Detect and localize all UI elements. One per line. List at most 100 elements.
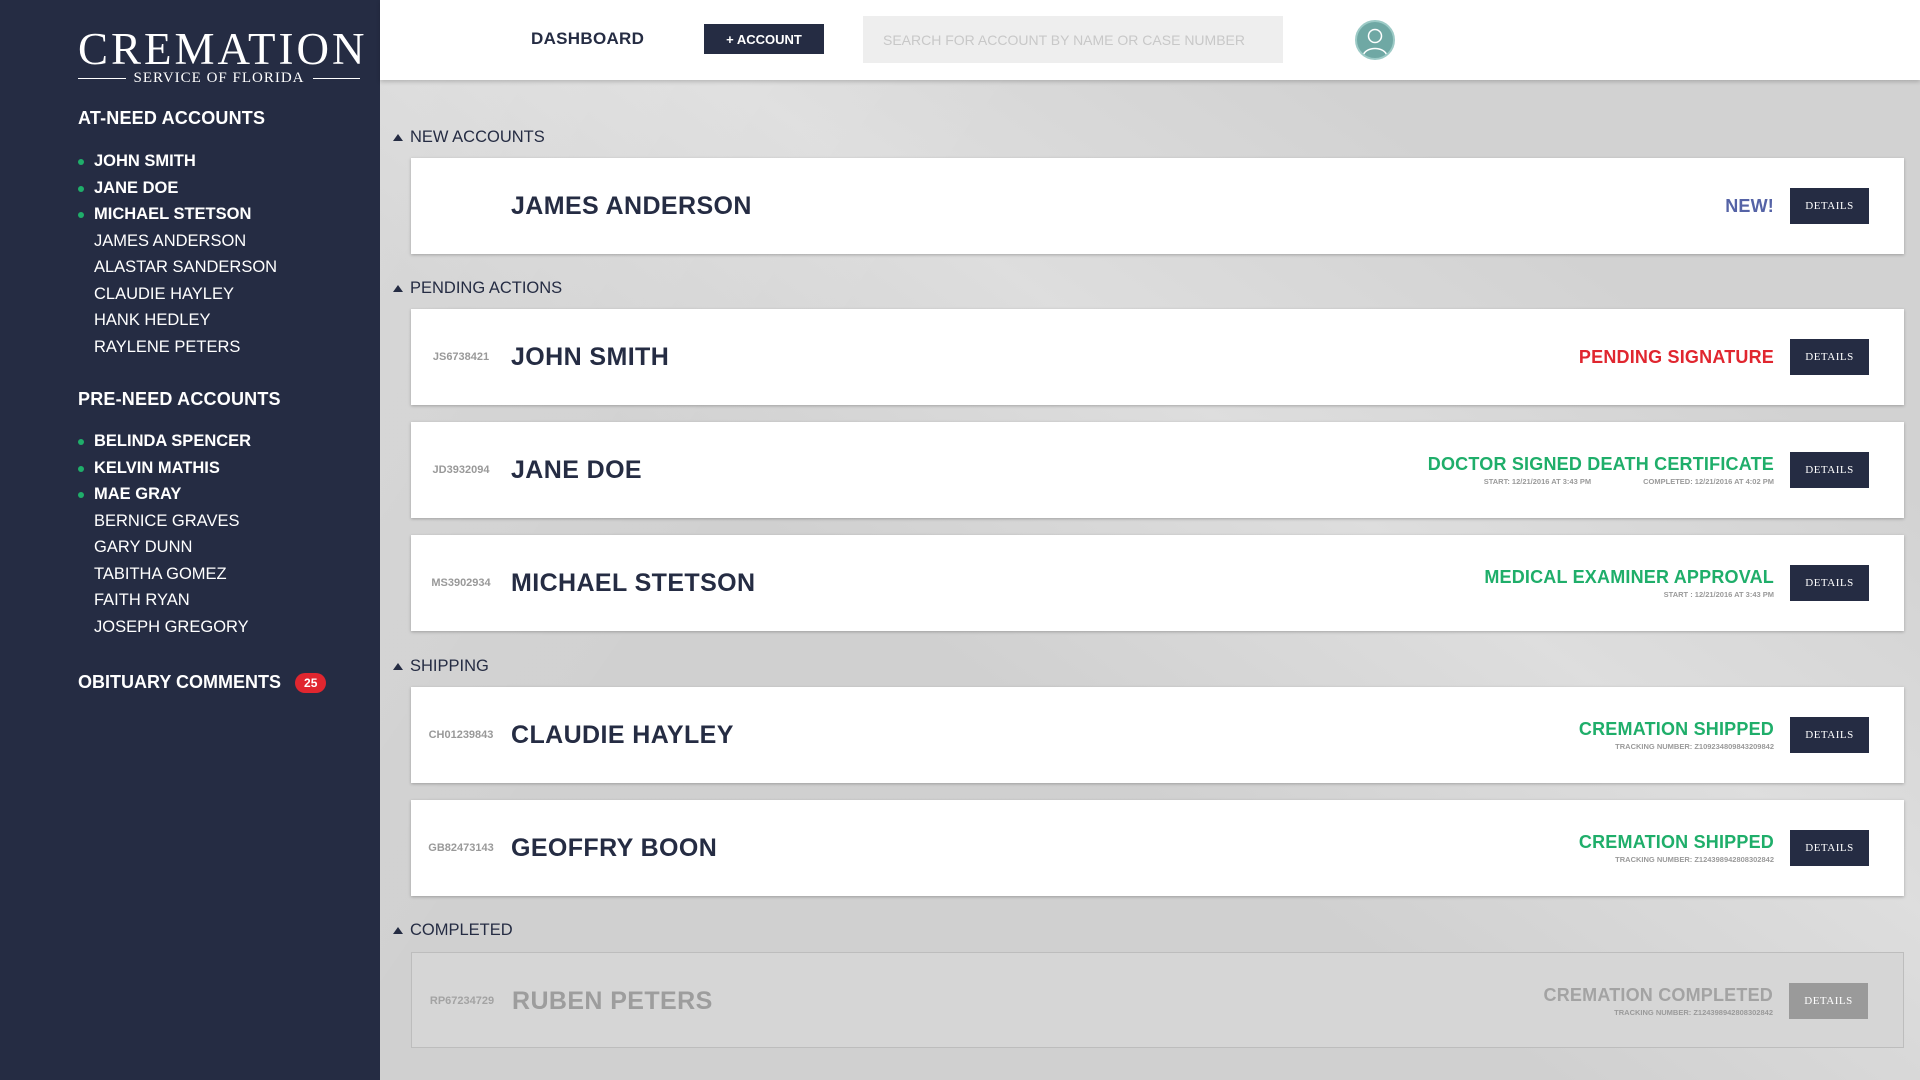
status-label: MEDICAL EXAMINER APPROVAL [1484,567,1774,587]
status-block: DOCTOR SIGNED DEATH CERTIFICATE START: 1… [1428,422,1774,518]
account-card: CH01239843 CLAUDIE HAYLEY CREMATION SHIP… [411,687,1904,783]
group-pending-actions[interactable]: PENDING ACTIONS [393,279,562,298]
sidebar-item-jane-doe[interactable]: JANE DOE [78,175,277,202]
tracking-number: TRACKING NUMBER: Z124398942808302842 [1615,855,1774,864]
status-label: NEW! [1725,195,1774,216]
sidebar-item-tabitha-gomez[interactable]: TABITHA GOMEZ [78,561,251,588]
active-dot-icon [78,439,84,445]
status-block: CREMATION SHIPPED TRACKING NUMBER: Z1243… [1579,800,1774,896]
user-icon [1362,28,1388,57]
collapse-triangle-icon [393,134,403,141]
sidebar-item-label: GARY DUNN [94,538,193,556]
tracking-number: TRACKING NUMBER: Z124398942808302842 [1614,1008,1773,1017]
group-label: SHIPPING [410,657,489,675]
sidebar-item-raylene-peters[interactable]: RAYLENE PETERS [78,334,277,361]
add-account-button[interactable]: + ACCOUNT [704,24,824,54]
brand-logo[interactable]: CREMATION SERVICE OF FLORIDA [78,24,368,87]
details-button[interactable]: DETAILS [1789,983,1868,1019]
obituary-count-badge: 25 [295,672,327,693]
sidebar-item-alastar-sanderson[interactable]: ALASTAR SANDERSON [78,254,277,281]
sidebar-item-label: JANE DOE [94,178,179,197]
main-content: NEW ACCOUNTS PENDING ACTIONS SHIPPING CO… [380,80,1920,1080]
sidebar-item-belinda-spencer[interactable]: BELINDA SPENCER [78,428,251,455]
details-button[interactable]: DETAILS [1790,188,1869,224]
status-timestamps: START: 12/21/2016 AT 3:43 PM COMPLETED: … [1484,477,1774,486]
case-number [411,158,511,254]
obituary-comments-link[interactable]: OBITUARY COMMENTS 25 [78,672,327,693]
details-button[interactable]: DETAILS [1790,830,1869,866]
details-button[interactable]: DETAILS [1790,717,1869,753]
account-card: JAMES ANDERSON NEW! DETAILS [411,158,1904,254]
account-name: JAMES ANDERSON [511,192,752,220]
sidebar-item-michael-stetson[interactable]: MICHAEL STETSON [78,201,277,228]
pre-need-title: PRE-NEED ACCOUNTS [78,389,281,409]
group-label: PENDING ACTIONS [410,279,563,297]
sidebar-item-mae-gray[interactable]: MAE GRAY [78,481,251,508]
account-name: GEOFFRY BOON [511,834,718,862]
details-button[interactable]: DETAILS [1790,339,1869,375]
sidebar-item-label: KELVIN MATHIS [94,458,220,477]
logo-divider [78,78,126,79]
group-shipping[interactable]: SHIPPING [393,657,489,676]
sidebar-item-label: ALASTAR SANDERSON [94,258,278,276]
status-label: DOCTOR SIGNED DEATH CERTIFICATE [1427,454,1774,474]
sidebar-item-faith-ryan[interactable]: FAITH RYAN [78,587,251,614]
sidebar-item-label: JAMES ANDERSON [94,231,247,250]
sidebar-item-label: BELINDA SPENCER [94,432,252,450]
case-number: GB82473143 [428,842,494,854]
case-number: CH01239843 [428,729,494,741]
status-block: PENDING SIGNATURE [1579,309,1774,405]
status-block: CREMATION SHIPPED TRACKING NUMBER: Z1092… [1579,687,1774,783]
sidebar-item-label: BERNICE GRAVES [94,511,240,530]
details-button[interactable]: DETAILS [1790,452,1869,488]
group-label: COMPLETED [410,921,513,939]
brand-name: CREMATION [78,24,368,74]
account-card: JD3932094 JANE DOE DOCTOR SIGNED DEATH C… [411,422,1904,518]
start-timestamp: START: 12/21/2016 AT 3:43 PM [1483,477,1592,486]
details-button[interactable]: DETAILS [1790,565,1869,601]
sidebar-item-joseph-gregory[interactable]: JOSEPH GREGORY [78,614,251,641]
case-number: JD3932094 [432,464,490,476]
account-card-completed: RP67234729 RUBEN PETERS CREMATION COMPLE… [411,952,1904,1048]
completed-timestamp: COMPLETED: 12/21/2016 AT 4:02 PM [1643,477,1774,486]
account-name: JOHN SMITH [511,343,670,371]
sidebar-item-john-smith[interactable]: JOHN SMITH [78,148,277,175]
status-label: CREMATION COMPLETED [1543,985,1773,1005]
sidebar-item-gary-dunn[interactable]: GARY DUNN [78,534,251,561]
search-input[interactable] [863,16,1283,63]
sidebar-item-claudie-hayley[interactable]: CLAUDIE HAYLEY [78,281,277,308]
collapse-triangle-icon [393,285,403,292]
top-bar: DASHBOARD + ACCOUNT [380,0,1920,80]
nav-dashboard[interactable]: DASHBOARD [531,29,644,49]
case-number: JS6738421 [432,351,490,363]
group-new-accounts[interactable]: NEW ACCOUNTS [393,128,545,147]
collapse-triangle-icon [393,927,403,934]
account-name: RUBEN PETERS [512,987,713,1015]
account-name: MICHAEL STETSON [511,569,756,597]
sidebar-item-james-anderson[interactable]: JAMES ANDERSON [78,228,277,255]
status-label: CREMATION SHIPPED [1578,719,1774,739]
sidebar-item-hank-hedley[interactable]: HANK HEDLEY [78,307,277,334]
account-card: MS3902934 MICHAEL STETSON MEDICAL EXAMIN… [411,535,1904,631]
account-card: GB82473143 GEOFFRY BOON CREMATION SHIPPE… [411,800,1904,896]
active-dot-icon [78,185,84,192]
account-name: CLAUDIE HAYLEY [511,721,734,749]
sidebar-item-label: CLAUDIE HAYLEY [94,284,234,303]
account-card: JS6738421 JOHN SMITH PENDING SIGNATURE D… [411,309,1904,405]
brand-subtitle: SERVICE OF FLORIDA [133,70,305,86]
sidebar: CREMATION SERVICE OF FLORIDA AT-NEED ACC… [0,0,380,1080]
status-block: CREMATION COMPLETED TRACKING NUMBER: Z12… [1544,953,1773,1049]
group-label: NEW ACCOUNTS [410,128,545,146]
sidebar-item-label: JOHN SMITH [94,152,196,170]
sidebar-item-label: JOSEPH GREGORY [94,617,249,636]
status-block: MEDICAL EXAMINER APPROVAL START : 12/21/… [1484,535,1774,631]
sidebar-item-kelvin-mathis[interactable]: KELVIN MATHIS [78,455,251,482]
sidebar-item-bernice-graves[interactable]: BERNICE GRAVES [78,508,251,535]
sidebar-item-label: MAE GRAY [94,485,182,503]
sidebar-item-label: RAYLENE PETERS [94,337,241,356]
group-completed[interactable]: COMPLETED [393,921,513,940]
sidebar-item-label: HANK HEDLEY [94,311,211,329]
active-dot-icon [78,465,84,472]
tracking-number: TRACKING NUMBER: Z109234809843209842 [1615,742,1774,751]
user-avatar[interactable] [1355,20,1395,60]
